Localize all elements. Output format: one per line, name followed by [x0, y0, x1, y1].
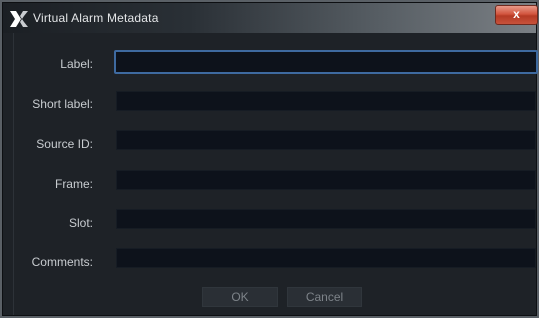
short-label-field-label: Short label: [32, 97, 93, 111]
cancel-button[interactable]: Cancel [287, 287, 362, 307]
title-bar[interactable]: Virtual Alarm Metadata x [3, 3, 538, 33]
close-icon: x [513, 7, 520, 21]
frame-edge [13, 33, 14, 315]
x-logo-icon [9, 10, 29, 28]
window-title: Virtual Alarm Metadata [33, 11, 159, 25]
comments-input[interactable] [116, 248, 536, 268]
label-input[interactable] [114, 50, 538, 74]
slot-field-label: Slot: [68, 216, 93, 230]
short-label-input[interactable] [116, 91, 536, 111]
close-button[interactable]: x [495, 5, 538, 25]
comments-field-label: Comments: [31, 255, 93, 269]
source-id-field-label: Source ID: [36, 137, 93, 151]
frame-input[interactable] [116, 170, 536, 190]
frame-field-label: Frame: [54, 177, 93, 191]
source-id-input[interactable] [116, 130, 536, 150]
label-field-label: Label: [60, 57, 93, 71]
slot-input[interactable] [116, 209, 536, 229]
dialog-window: Virtual Alarm Metadata x Label: Short la… [2, 2, 538, 316]
ok-button[interactable]: OK [202, 287, 278, 307]
